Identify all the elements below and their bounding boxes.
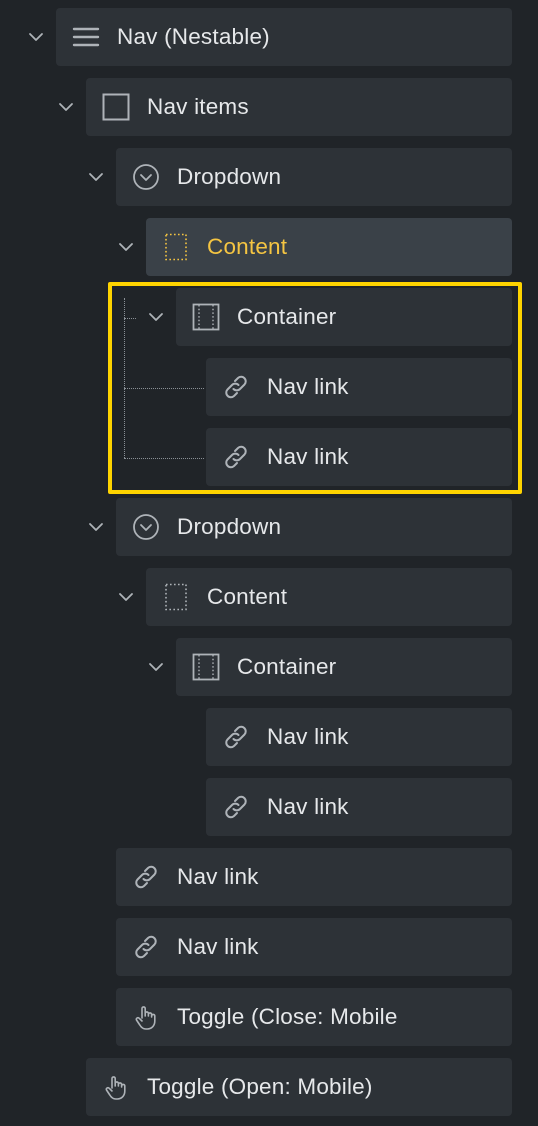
tree-row[interactable]: Dropdown bbox=[116, 498, 512, 556]
chevron-down-icon[interactable] bbox=[85, 516, 107, 538]
tree-row[interactable]: Nav link bbox=[206, 358, 512, 416]
hamburger-icon bbox=[72, 23, 100, 51]
tree-row[interactable]: Nav link bbox=[206, 428, 512, 486]
tree-row[interactable]: Content bbox=[146, 568, 512, 626]
tree-node-label: Nav (Nestable) bbox=[117, 24, 270, 49]
link-icon bbox=[222, 373, 250, 401]
tree-node-label: Content bbox=[207, 584, 288, 609]
tree-row[interactable]: Container bbox=[176, 288, 512, 346]
chevron-down-icon[interactable] bbox=[55, 96, 77, 118]
tree-row[interactable]: Dropdown bbox=[116, 148, 512, 206]
tree-node-nav-link[interactable]: Nav link bbox=[0, 428, 538, 486]
tree-row[interactable]: Toggle (Close: Mobile bbox=[116, 988, 512, 1046]
container-icon bbox=[192, 653, 220, 681]
hand-pointer-icon bbox=[102, 1073, 130, 1101]
square-icon bbox=[102, 93, 130, 121]
tree-node-nav-link[interactable]: Nav link bbox=[0, 358, 538, 416]
nesting-guide-horizontal bbox=[124, 458, 204, 459]
hand-pointer-icon bbox=[132, 1003, 160, 1031]
tree-row[interactable]: Nav link bbox=[116, 848, 512, 906]
tree-node-label: Content bbox=[207, 234, 288, 259]
tree-row[interactable]: Nav link bbox=[206, 778, 512, 836]
tree-node-label: Toggle (Close: Mobile bbox=[177, 1004, 398, 1029]
nesting-guide-horizontal bbox=[124, 318, 136, 319]
tree-node-label: Toggle (Open: Mobile) bbox=[147, 1074, 373, 1099]
tree-node-nav[interactable]: Nav (Nestable) bbox=[0, 8, 538, 66]
tree-row[interactable]: Container bbox=[176, 638, 512, 696]
tree-node-label: Nav link bbox=[177, 934, 259, 959]
link-icon bbox=[132, 933, 160, 961]
chevron-down-icon[interactable] bbox=[115, 586, 137, 608]
chevron-down-icon[interactable] bbox=[145, 656, 167, 678]
nesting-guide-horizontal bbox=[124, 388, 204, 389]
tree-node-label: Dropdown bbox=[177, 514, 282, 539]
tree-node-toggle-close[interactable]: Toggle (Close: Mobile bbox=[0, 988, 538, 1046]
tree-row[interactable]: Nav link bbox=[116, 918, 512, 976]
tree-row[interactable]: Nav link bbox=[206, 708, 512, 766]
tree-node-nav-link[interactable]: Nav link bbox=[0, 918, 538, 976]
chevron-circle-icon bbox=[132, 513, 160, 541]
tree-node-nav-link[interactable]: Nav link bbox=[0, 778, 538, 836]
tree-node-label: Nav items bbox=[147, 94, 249, 119]
chevron-down-icon[interactable] bbox=[85, 166, 107, 188]
tree-node-nav-items[interactable]: Nav items bbox=[0, 78, 538, 136]
tree-node-label: Nav link bbox=[267, 374, 349, 399]
tree-node-label: Nav link bbox=[267, 444, 349, 469]
tree-node-nav-link[interactable]: Nav link bbox=[0, 708, 538, 766]
tree-node-content-active[interactable]: Content bbox=[0, 218, 538, 276]
tree-node-dropdown[interactable]: Dropdown bbox=[0, 498, 538, 556]
chevron-down-icon[interactable] bbox=[115, 236, 137, 258]
tree-row[interactable]: Toggle (Open: Mobile) bbox=[86, 1058, 512, 1116]
tree-node-label: Nav link bbox=[267, 794, 349, 819]
structure-tree: Nav (Nestable) Nav items Dropdown Conten… bbox=[0, 0, 538, 1126]
dotted-box-icon bbox=[162, 583, 190, 611]
chevron-down-icon[interactable] bbox=[25, 26, 47, 48]
link-icon bbox=[222, 723, 250, 751]
tree-node-label: Nav link bbox=[177, 864, 259, 889]
nesting-guide-vertical bbox=[124, 298, 125, 458]
dotted-box-icon bbox=[162, 233, 190, 261]
chevron-circle-icon bbox=[132, 163, 160, 191]
container-icon bbox=[192, 303, 220, 331]
tree-node-label: Container bbox=[237, 304, 337, 329]
tree-node-container[interactable]: Container bbox=[0, 288, 538, 346]
tree-row[interactable]: Nav items bbox=[86, 78, 512, 136]
tree-node-content[interactable]: Content bbox=[0, 568, 538, 626]
tree-node-label: Container bbox=[237, 654, 337, 679]
chevron-down-icon[interactable] bbox=[145, 306, 167, 328]
link-icon bbox=[222, 793, 250, 821]
link-icon bbox=[222, 443, 250, 471]
tree-node-toggle-open[interactable]: Toggle (Open: Mobile) bbox=[0, 1058, 538, 1116]
tree-node-label: Nav link bbox=[267, 724, 349, 749]
tree-node-nav-link[interactable]: Nav link bbox=[0, 848, 538, 906]
tree-node-dropdown[interactable]: Dropdown bbox=[0, 148, 538, 206]
tree-node-label: Dropdown bbox=[177, 164, 282, 189]
tree-row-active[interactable]: Content bbox=[146, 218, 512, 276]
link-icon bbox=[132, 863, 160, 891]
tree-row[interactable]: Nav (Nestable) bbox=[56, 8, 512, 66]
tree-node-container[interactable]: Container bbox=[0, 638, 538, 696]
